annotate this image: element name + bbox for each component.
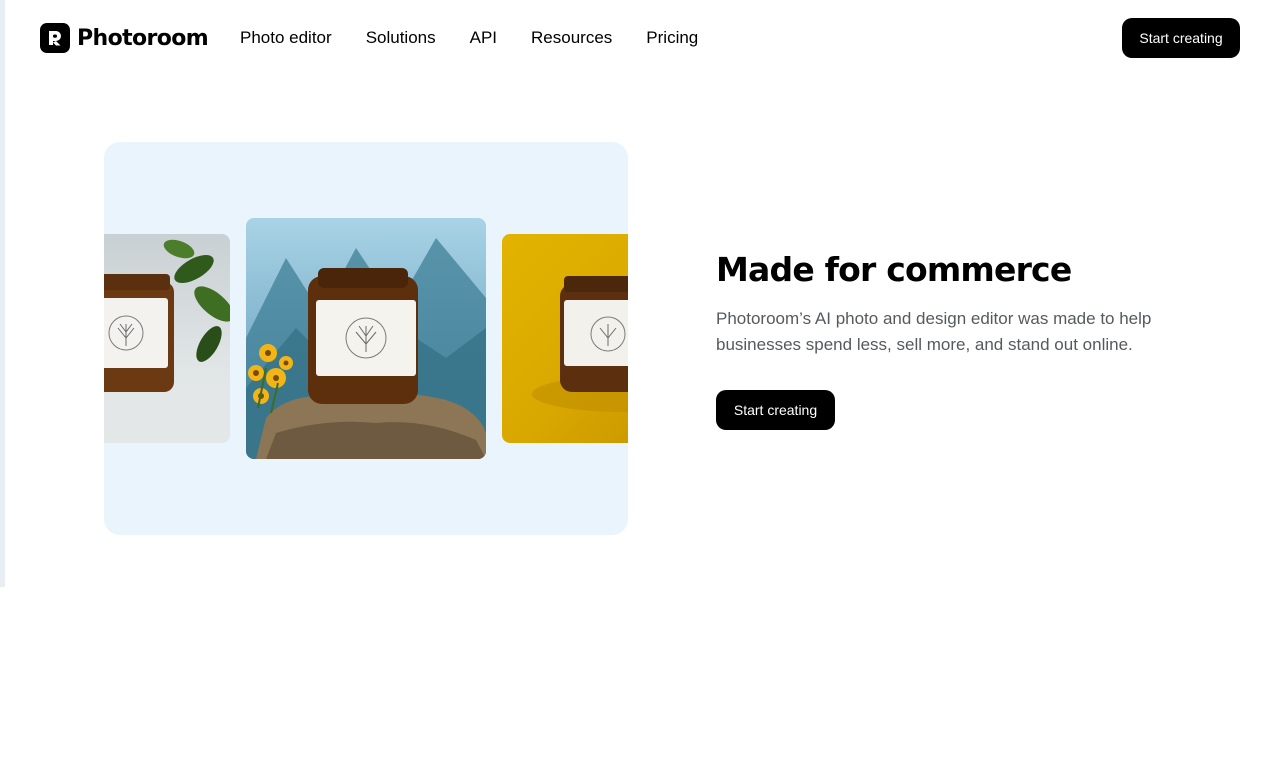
- hero-description: Photoroom’s AI photo and design editor w…: [716, 309, 1152, 354]
- site-header: Photoroom Photo editor Solutions API Res…: [0, 0, 1270, 76]
- page-left-edge: [0, 0, 5, 587]
- candle-photo-leaves: [104, 234, 230, 443]
- hero-content: Made for commerce Photoroom’s AI photo a…: [716, 250, 1186, 430]
- photoroom-logo[interactable]: Photoroom: [40, 23, 209, 53]
- candle-photo-mountain: [246, 218, 486, 459]
- nav-item-solutions[interactable]: Solutions: [366, 27, 436, 49]
- hero-start-creating-button[interactable]: Start creating: [716, 390, 835, 430]
- main-nav: Photo editor Solutions API Resources Pri…: [240, 27, 732, 49]
- nav-item-photo-editor[interactable]: Photo editor: [240, 27, 332, 49]
- brand-name: Photoroom: [77, 25, 209, 51]
- product-showcase-card: [104, 142, 628, 535]
- hero-title: Made for commerce: [716, 250, 1072, 289]
- candle-photo-yellow: [502, 234, 628, 443]
- photoroom-logo-icon: [40, 23, 70, 53]
- nav-item-pricing[interactable]: Pricing: [646, 27, 698, 49]
- nav-item-resources[interactable]: Resources: [531, 27, 612, 49]
- header-start-creating-button[interactable]: Start creating: [1122, 18, 1240, 58]
- nav-item-api[interactable]: API: [470, 27, 497, 49]
